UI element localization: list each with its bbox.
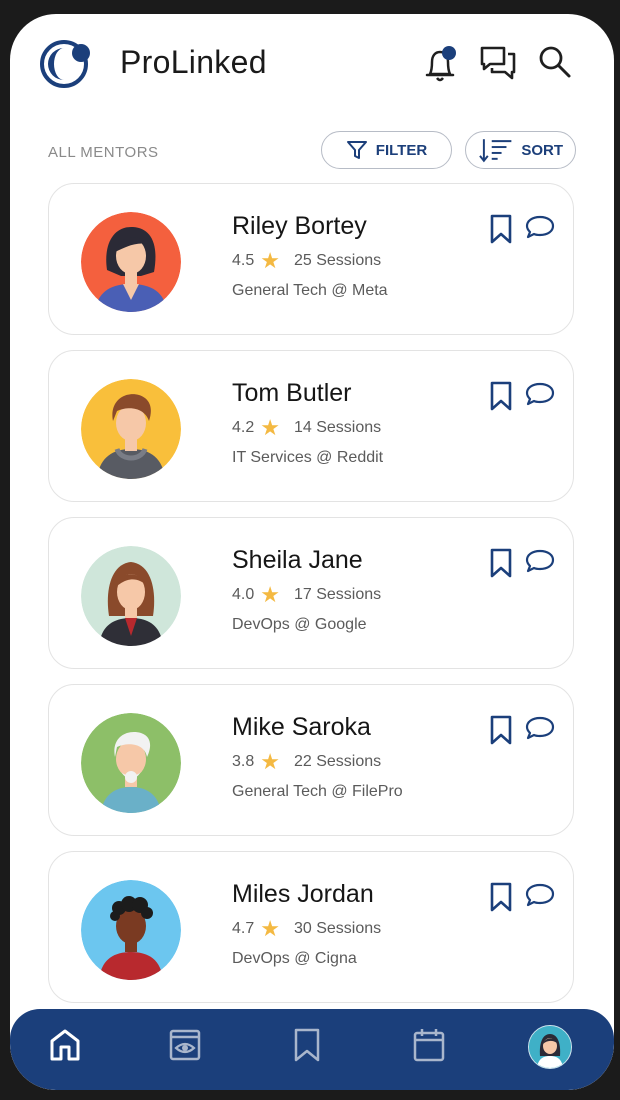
message-icon[interactable] bbox=[524, 882, 556, 910]
bottom-nav bbox=[10, 1009, 614, 1090]
section-title: ALL MENTORS bbox=[48, 144, 159, 161]
filter-label: FILTER bbox=[375, 141, 428, 159]
filter-button[interactable]: FILTER bbox=[321, 131, 452, 169]
mentor-role: General Tech @ FilePro bbox=[232, 783, 403, 800]
session-count: 25 Sessions bbox=[293, 252, 382, 269]
notification-bell-icon[interactable] bbox=[422, 44, 458, 84]
mentor-card[interactable]: Riley Bortey 4.5 ★ 25 Sessions General T… bbox=[48, 183, 574, 335]
star-icon: ★ bbox=[260, 916, 280, 941]
mentor-name: Mike Saroka bbox=[232, 713, 371, 741]
home-icon[interactable] bbox=[48, 1027, 82, 1063]
message-icon[interactable] bbox=[524, 214, 556, 242]
mentor-card[interactable]: Sheila Jane 4.0 ★ 17 Sessions DevOps @ G… bbox=[48, 517, 574, 669]
bookmark-icon[interactable] bbox=[489, 715, 513, 745]
bookmark-icon[interactable] bbox=[489, 548, 513, 578]
rating-value: 4.2 bbox=[232, 419, 255, 436]
phone-screen: ProLinked ALL MENTORS FILTER SORT Riley … bbox=[10, 14, 614, 1090]
mentor-avatar bbox=[81, 713, 181, 813]
mentor-card[interactable]: Tom Butler 4.2 ★ 14 Sessions IT Services… bbox=[48, 350, 574, 502]
sort-label: SORT bbox=[521, 141, 563, 159]
bookmark-icon[interactable] bbox=[489, 381, 513, 411]
app-header: ProLinked bbox=[10, 14, 614, 114]
mentor-rating-row: 4.5 ★ 25 Sessions bbox=[232, 250, 381, 272]
mentor-rating-row: 4.2 ★ 14 Sessions bbox=[232, 417, 381, 439]
rating-value: 3.8 bbox=[232, 753, 255, 770]
session-count: 17 Sessions bbox=[293, 586, 382, 603]
mentor-rating-row: 4.0 ★ 17 Sessions bbox=[232, 584, 381, 606]
message-icon[interactable] bbox=[524, 715, 556, 743]
mentor-name: Miles Jordan bbox=[232, 880, 374, 908]
message-icon[interactable] bbox=[524, 381, 556, 409]
bookmark-icon[interactable] bbox=[489, 882, 513, 912]
star-icon: ★ bbox=[260, 749, 280, 774]
rating-value: 4.0 bbox=[232, 586, 255, 603]
bookmark-icon[interactable] bbox=[292, 1027, 322, 1063]
chat-icon[interactable] bbox=[478, 44, 518, 82]
app-title: ProLinked bbox=[120, 44, 267, 80]
bookmark-icon[interactable] bbox=[489, 214, 513, 244]
calendar-icon[interactable] bbox=[412, 1027, 446, 1063]
star-icon: ★ bbox=[260, 582, 280, 607]
session-count: 22 Sessions bbox=[293, 753, 382, 770]
star-icon: ★ bbox=[260, 248, 280, 273]
session-count: 14 Sessions bbox=[293, 419, 382, 436]
mentor-role: DevOps @ Cigna bbox=[232, 950, 357, 967]
rating-value: 4.5 bbox=[232, 252, 255, 269]
mentor-name: Tom Butler bbox=[232, 379, 352, 407]
rating-value: 4.7 bbox=[232, 920, 255, 937]
profile-avatar[interactable] bbox=[528, 1025, 572, 1069]
search-icon[interactable] bbox=[537, 44, 573, 80]
mentor-role: IT Services @ Reddit bbox=[232, 449, 384, 466]
sort-icon bbox=[479, 139, 512, 163]
filter-icon bbox=[346, 141, 367, 159]
mentor-rating-row: 3.8 ★ 22 Sessions bbox=[232, 751, 381, 773]
mentor-name: Riley Bortey bbox=[232, 212, 367, 240]
mentor-card[interactable]: Mike Saroka 3.8 ★ 22 Sessions General Te… bbox=[48, 684, 574, 836]
sort-button[interactable]: SORT bbox=[465, 131, 576, 169]
mentor-role: DevOps @ Google bbox=[232, 616, 367, 633]
watch-icon[interactable] bbox=[168, 1027, 202, 1063]
mentor-avatar bbox=[81, 546, 181, 646]
star-icon: ★ bbox=[260, 415, 280, 440]
mentor-name: Sheila Jane bbox=[232, 546, 363, 574]
prolinked-logo bbox=[40, 40, 90, 88]
mentor-rating-row: 4.7 ★ 30 Sessions bbox=[232, 918, 381, 940]
session-count: 30 Sessions bbox=[293, 920, 382, 937]
mentor-card[interactable]: Miles Jordan 4.7 ★ 30 Sessions DevOps @ … bbox=[48, 851, 574, 1003]
mentor-avatar bbox=[81, 880, 181, 980]
message-icon[interactable] bbox=[524, 548, 556, 576]
mentor-avatar bbox=[81, 212, 181, 312]
mentor-avatar bbox=[81, 379, 181, 479]
mentor-role: General Tech @ Meta bbox=[232, 282, 388, 299]
